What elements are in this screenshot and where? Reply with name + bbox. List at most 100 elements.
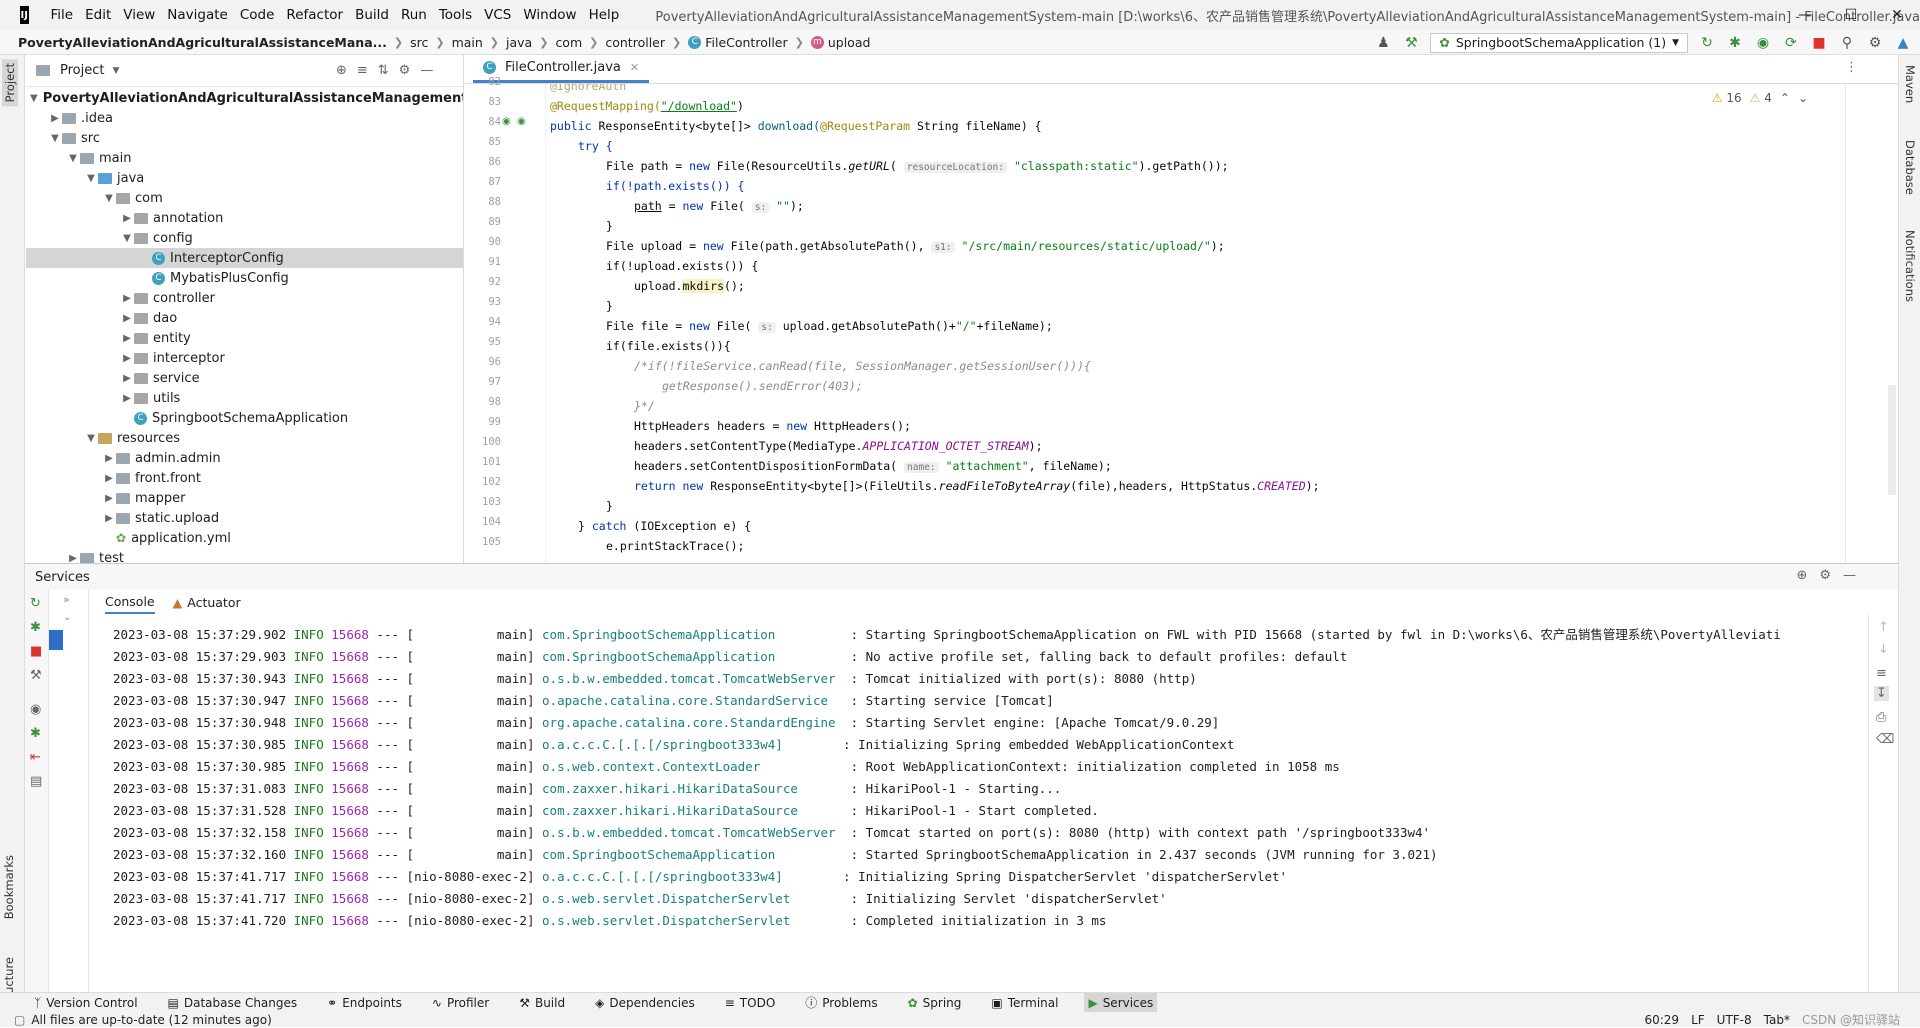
trash-icon[interactable]: ⌫ xyxy=(1876,732,1894,747)
tool-tab-problems[interactable]: ⓘ Problems xyxy=(801,993,881,1013)
panel-actions-icon[interactable]: ⊕⚙— xyxy=(1796,568,1868,583)
tree-item-java[interactable]: ▼ java xyxy=(26,168,463,188)
print-icon[interactable]: ⎙ xyxy=(1876,710,1886,725)
tab-console[interactable]: Console xyxy=(105,590,155,614)
menu-build[interactable]: Build xyxy=(349,7,395,23)
hammer-build-icon[interactable]: ⚒ xyxy=(1402,35,1420,51)
tree-item-springbootschemaapplication[interactable]: C SpringbootSchemaApplication xyxy=(26,408,463,428)
status-message[interactable]: All files are up-to-date (12 minutes ago… xyxy=(31,1013,271,1027)
layout-toggle-icon[interactable]: ▢ xyxy=(14,1013,25,1027)
layout-icon[interactable]: ▤ xyxy=(30,774,42,789)
coverage-icon[interactable]: ◉ xyxy=(1754,35,1772,51)
tree-item-root[interactable]: ▼ PovertyAlleviationAndAgriculturalAssist… xyxy=(26,88,463,108)
tree-item-dao[interactable]: ▶ dao xyxy=(26,308,463,328)
menu-view[interactable]: View xyxy=(117,7,161,23)
tree-item-controller[interactable]: ▶ controller xyxy=(26,288,463,308)
tree-item-application-yml[interactable]: ✿ application.yml xyxy=(26,528,463,548)
run-config-select[interactable]: ✿ SpringbootSchemaApplication (1) ▼ xyxy=(1430,32,1688,53)
more-tabs-icon[interactable]: ⋮ xyxy=(1845,60,1858,75)
minimize-icon[interactable]: — xyxy=(1782,0,1828,30)
crumb-src[interactable]: src xyxy=(410,35,428,50)
console-output[interactable]: 2023-03-08 15:37:29.902 INFO 15668 --- [… xyxy=(89,624,1869,964)
camera-icon[interactable]: ◉ xyxy=(30,702,41,717)
menu-vcs[interactable]: VCS xyxy=(478,7,517,23)
search-icon[interactable]: ⚲ xyxy=(1838,35,1856,51)
tool-tab-endpoints[interactable]: ⚭ Endpoints xyxy=(323,993,406,1013)
project-panel-title[interactable]: Project xyxy=(60,63,104,78)
menu-edit[interactable]: Edit xyxy=(79,7,117,23)
tree-item-config[interactable]: ▼ config xyxy=(26,228,463,248)
tree-item-test[interactable]: ▶ test xyxy=(26,548,463,563)
tree-item-service[interactable]: ▶ service xyxy=(26,368,463,388)
rerun-icon[interactable]: ↻ xyxy=(30,596,41,611)
crumb-class[interactable]: C FileController xyxy=(688,35,788,50)
wrench-icon[interactable]: ⚒ xyxy=(30,668,42,683)
crumb-java[interactable]: java xyxy=(506,35,532,50)
tool-tab-dependencies[interactable]: ◈ Dependencies xyxy=(591,993,699,1013)
tree-item-interceptorconfig[interactable]: C InterceptorConfig xyxy=(26,248,463,268)
tool-tab-notifications[interactable]: Notifications xyxy=(1903,230,1917,302)
code-area[interactable]: @IgnoreAuth @RequestMapping("/download")… xyxy=(545,84,1845,563)
arrow-up-icon[interactable]: ↑ xyxy=(1878,620,1889,635)
tree-item-mapper[interactable]: ▶ mapper xyxy=(26,488,463,508)
line-separator[interactable]: LF xyxy=(1691,1013,1705,1027)
crumb-project[interactable]: PovertyAlleviationAndAgriculturalAssista… xyxy=(18,35,387,50)
stop-icon[interactable]: ■ xyxy=(1810,35,1828,51)
tool-tab-database[interactable]: Database xyxy=(1903,140,1917,195)
editor-scrollbar[interactable] xyxy=(1888,385,1896,495)
profiler-icon[interactable]: ⟳ xyxy=(1782,35,1800,51)
tree-item-front-front[interactable]: ▶ front.front xyxy=(26,468,463,488)
maximize-icon[interactable]: ☐ xyxy=(1828,0,1874,30)
tree-item-com[interactable]: ▼ com xyxy=(26,188,463,208)
gear-icon[interactable]: ⚙ xyxy=(1866,35,1884,51)
menu-file[interactable]: File xyxy=(45,7,80,23)
crumb-main[interactable]: main xyxy=(452,35,483,50)
menu-code[interactable]: Code xyxy=(234,7,281,23)
tool-tab-services[interactable]: ▶ Services xyxy=(1084,992,1158,1013)
debug-icon[interactable]: ✱ xyxy=(1726,35,1744,51)
endpoint-gutter-icon[interactable]: ◉ xyxy=(502,116,511,127)
tree-item-resources[interactable]: ▼ resources xyxy=(26,428,463,448)
stop-icon[interactable]: ■ xyxy=(30,644,42,659)
menu-navigate[interactable]: Navigate xyxy=(161,7,234,23)
tool-tab-spring[interactable]: ✿ Spring xyxy=(904,993,966,1013)
tool-tab-database-changes[interactable]: ▤ Database Changes xyxy=(164,993,302,1013)
tree-item-static-upload[interactable]: ▶ static.upload xyxy=(26,508,463,528)
tree-item-src[interactable]: ▼ src xyxy=(26,128,463,148)
tree-item-interceptor[interactable]: ▶ interceptor xyxy=(26,348,463,368)
rerun-icon[interactable]: ↻ xyxy=(1698,35,1716,51)
close-icon[interactable]: ✕ xyxy=(1874,0,1920,30)
menu-help[interactable]: Help xyxy=(583,7,626,23)
expand-icon[interactable]: » xyxy=(63,593,70,606)
user-icon[interactable]: ♟ xyxy=(1374,35,1392,51)
crumb-controller[interactable]: controller xyxy=(605,35,665,50)
indent-setting[interactable]: Tab* xyxy=(1764,1013,1790,1027)
soft-wrap-icon[interactable]: ≡ xyxy=(1876,666,1887,681)
panel-actions-icon[interactable]: ⊕≡⇅⚙— xyxy=(336,63,443,78)
chevron-down-icon[interactable]: ▼ xyxy=(112,66,119,76)
close-tab-icon[interactable]: ✕ xyxy=(630,61,639,74)
tree-item-mybatisplusconfig[interactable]: C MybatisPlusConfig xyxy=(26,268,463,288)
menu-refactor[interactable]: Refactor xyxy=(280,7,349,23)
tree-item-utils[interactable]: ▶ utils xyxy=(26,388,463,408)
tree-item-idea[interactable]: ▶ .idea xyxy=(26,108,463,128)
tool-tab-project[interactable]: Project xyxy=(2,59,18,107)
tool-tab-todo[interactable]: ≡ TODO xyxy=(721,993,780,1013)
jetbrains-icon[interactable]: ▲ xyxy=(1894,35,1912,51)
crumb-method[interactable]: m upload xyxy=(810,35,870,50)
spring-gutter-icon[interactable]: ◉ xyxy=(517,116,526,127)
debug-icon[interactable]: ✱ xyxy=(30,620,41,635)
tool-tab-build[interactable]: ⚒ Build xyxy=(515,993,569,1013)
bug-icon[interactable]: ✱ xyxy=(30,726,41,741)
tree-item-entity[interactable]: ▶ entity xyxy=(26,328,463,348)
tree-item-main[interactable]: ▼ main xyxy=(26,148,463,168)
menu-run[interactable]: Run xyxy=(395,7,433,23)
file-encoding[interactable]: UTF-8 xyxy=(1717,1013,1752,1027)
tree-item-admin-admin[interactable]: ▶ admin.admin xyxy=(26,448,463,468)
arrow-down-icon[interactable]: ↓ xyxy=(1878,642,1889,657)
tree-item-annotation[interactable]: ▶ annotation xyxy=(26,208,463,228)
menu-window[interactable]: Window xyxy=(517,7,582,23)
crumb-com[interactable]: com xyxy=(555,35,582,50)
tool-tab-bookmarks[interactable]: Bookmarks xyxy=(2,855,16,919)
tool-tab-maven[interactable]: Maven xyxy=(1903,65,1917,103)
